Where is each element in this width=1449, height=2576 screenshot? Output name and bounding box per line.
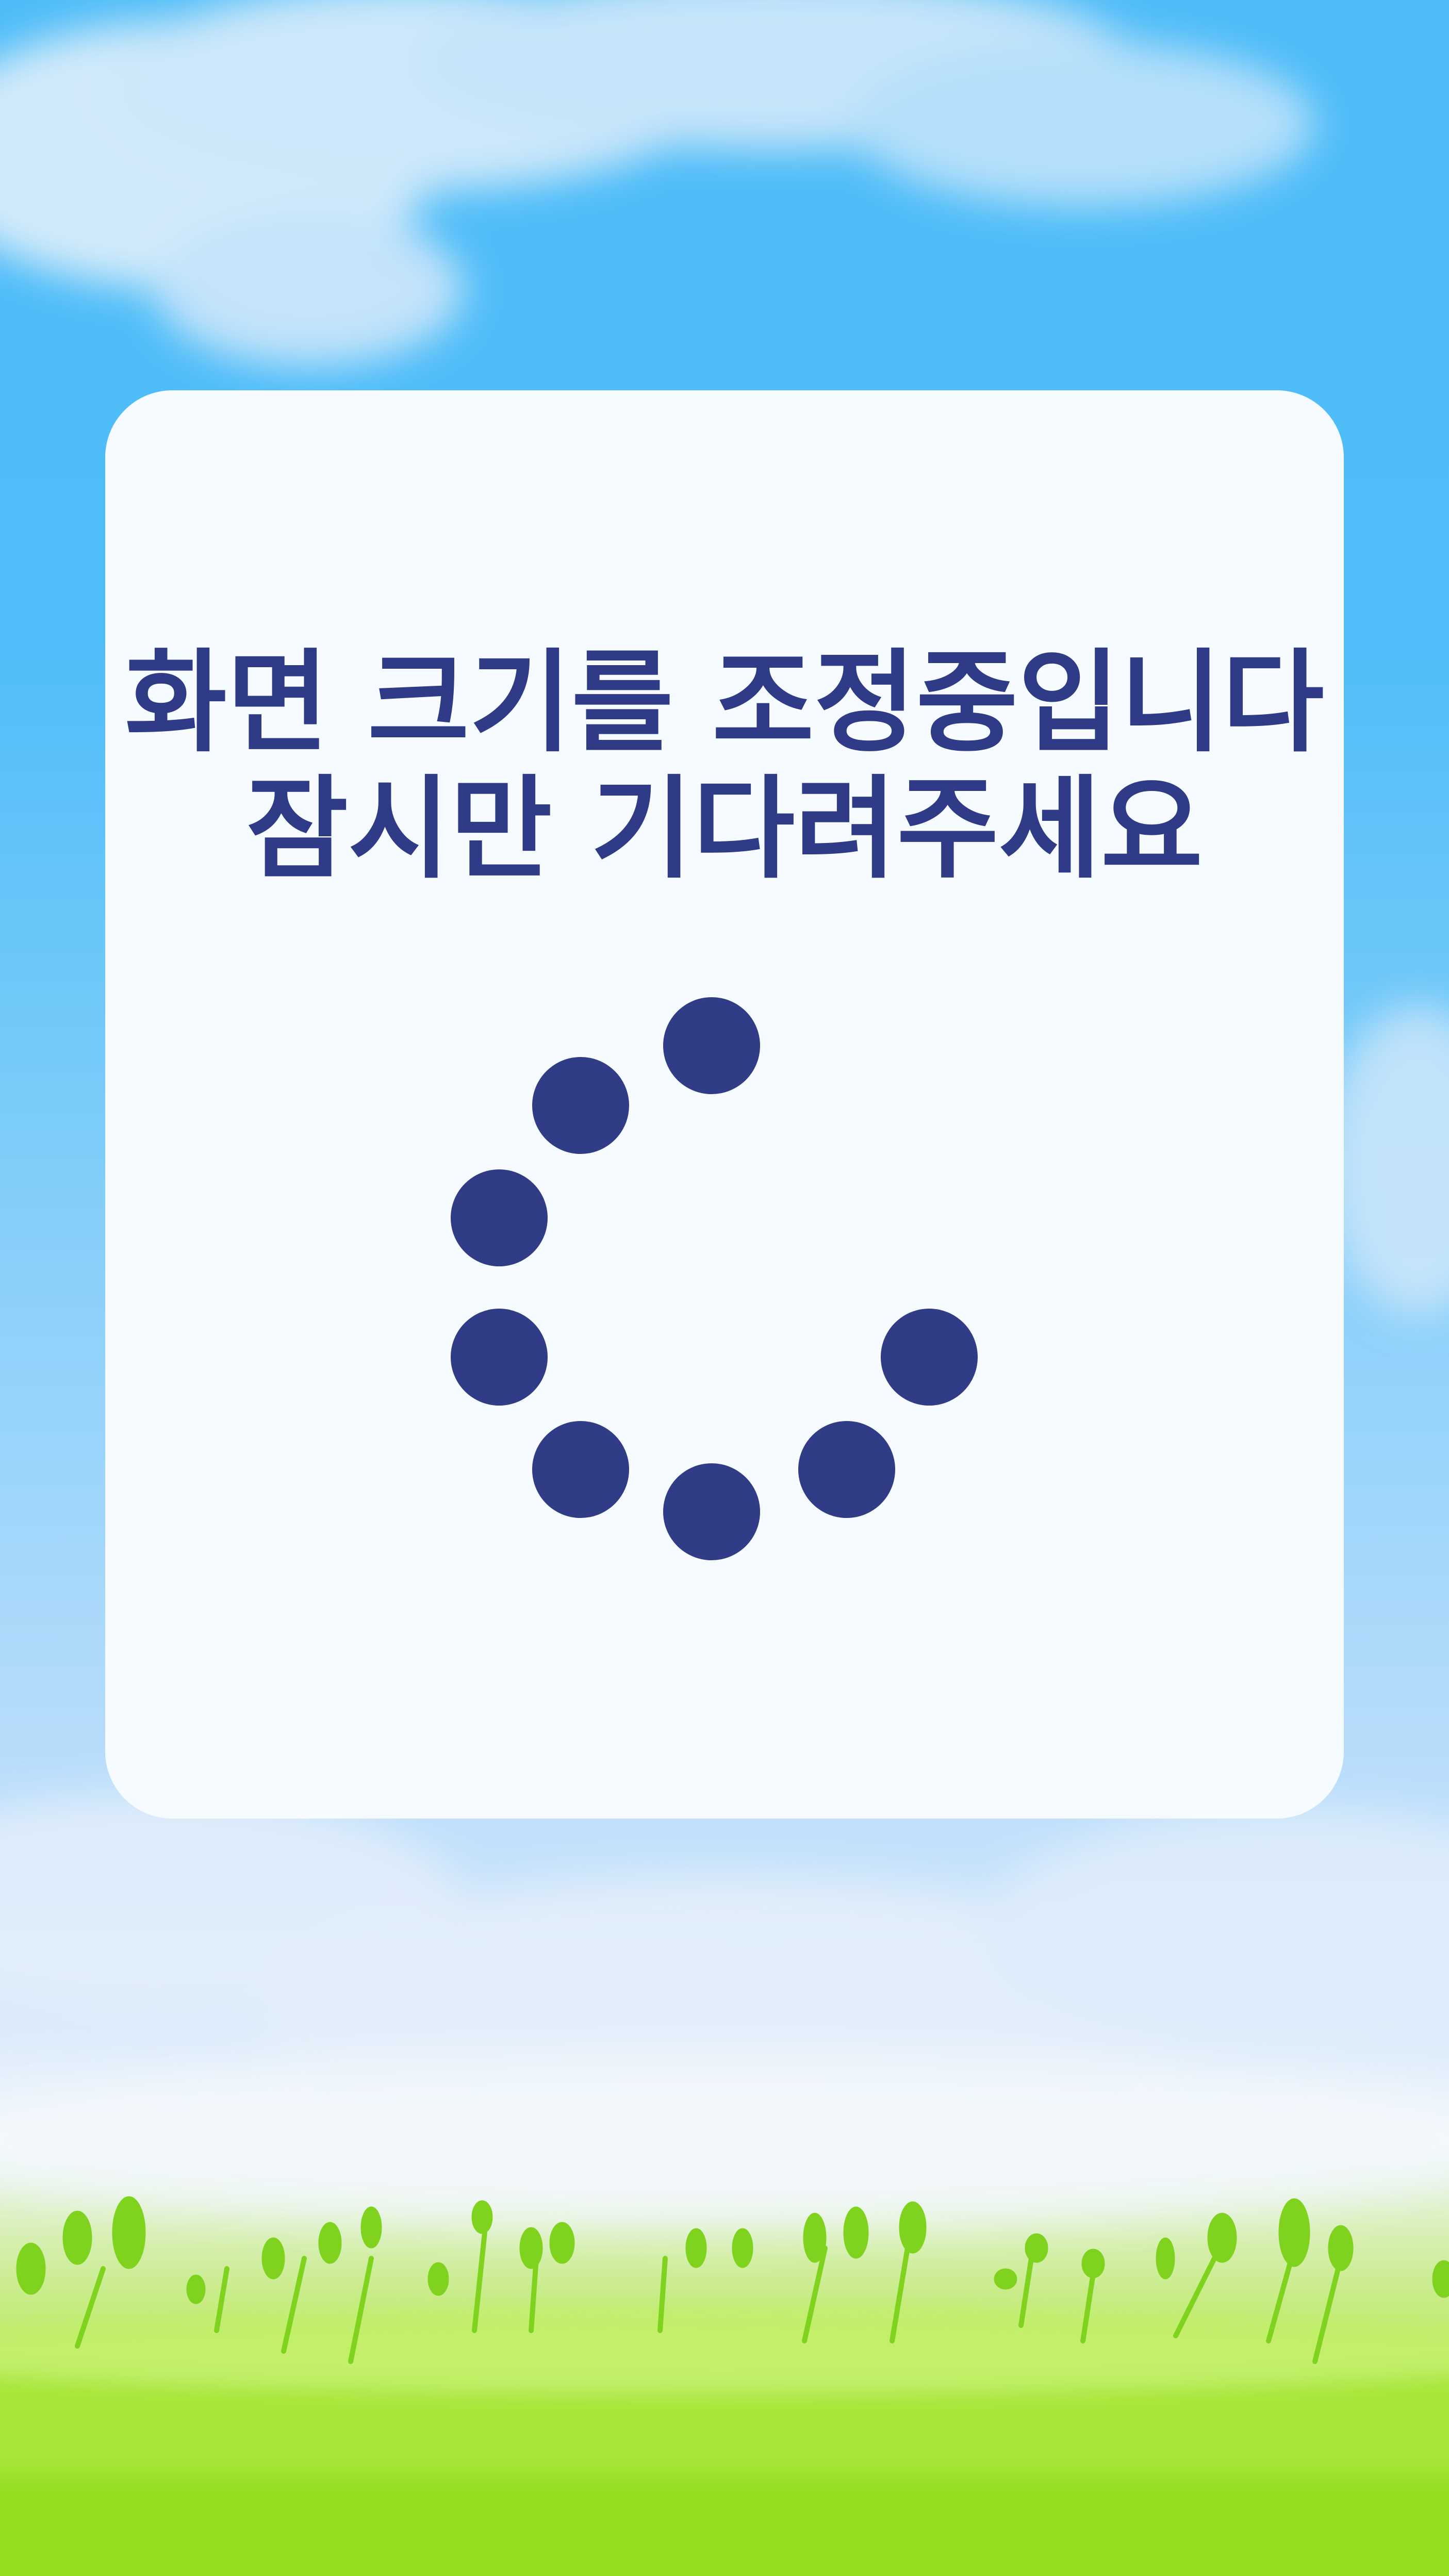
spinner-dot bbox=[451, 1169, 548, 1266]
loading-title-line-1: 화면 크기를 조정중입니다 bbox=[125, 638, 1324, 767]
spinner-dot bbox=[451, 1309, 548, 1406]
spinner-dot bbox=[663, 997, 760, 1094]
cloud-bottom bbox=[0, 1794, 1449, 2227]
cloud-top bbox=[0, 0, 1315, 366]
spinner-dot bbox=[881, 1309, 978, 1406]
grass-field bbox=[0, 2310, 1449, 2576]
loading-spinner bbox=[443, 997, 980, 1562]
spinner-dot bbox=[532, 1421, 629, 1518]
loading-message: 화면 크기를 조정중입니다 잠시만 기다려주세요 bbox=[0, 639, 1449, 892]
loading-title-line-2: 잠시만 기다려주세요 bbox=[246, 764, 1203, 894]
spinner-dot bbox=[798, 1421, 895, 1518]
cloud-right bbox=[1325, 1005, 1449, 1315]
spinner-dot bbox=[532, 1057, 629, 1154]
spinner-dot bbox=[663, 1463, 760, 1560]
